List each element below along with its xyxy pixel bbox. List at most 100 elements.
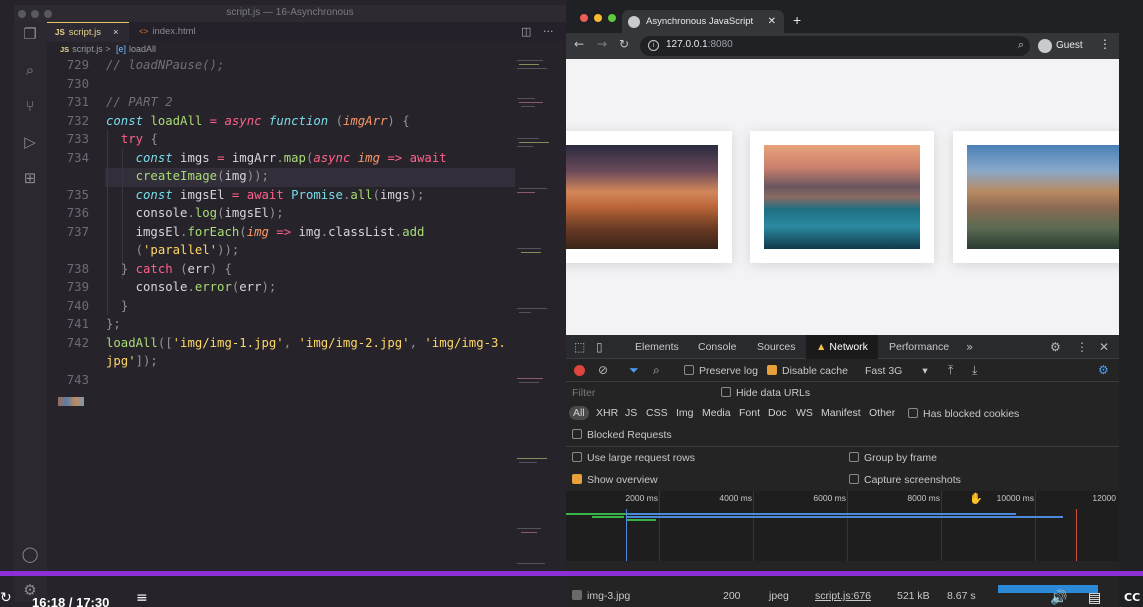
transcript-icon[interactable]: ▤ bbox=[1088, 590, 1101, 606]
js-file-icon: JS bbox=[55, 28, 65, 37]
close-tab-icon[interactable]: × bbox=[113, 27, 119, 38]
browser-tab[interactable]: Asynchronous JavaScript ✕ bbox=[622, 10, 784, 34]
has-blocked-cookies-checkbox[interactable]: Has blocked cookies bbox=[908, 408, 1019, 420]
inspect-element-icon[interactable]: ⬚ bbox=[574, 340, 585, 354]
devtools-tabbar: ⬚ ▯ Elements Console Sources ▲ Network Pe… bbox=[566, 335, 1119, 359]
tab-performance[interactable]: Performance bbox=[889, 335, 949, 359]
zoom-icon[interactable]: ⌕ bbox=[1018, 38, 1024, 52]
filter-input[interactable]: Filter bbox=[572, 387, 595, 399]
filter-ws[interactable]: WS bbox=[796, 407, 813, 419]
disable-cache-checkbox[interactable]: Disable cache bbox=[767, 365, 848, 377]
browser-menu-icon[interactable]: ⋮ bbox=[1099, 37, 1111, 51]
editor-tabs: JS script.js × <> index.html ◫ ··· bbox=[47, 22, 566, 42]
editor-titlebar: script.js — 16-Asynchronous bbox=[14, 5, 566, 22]
minimap[interactable] bbox=[515, 58, 555, 578]
more-actions-icon[interactable]: ··· bbox=[543, 25, 554, 38]
network-settings-icon[interactable]: ⚙ bbox=[1098, 363, 1109, 377]
filter-manifest[interactable]: Manifest bbox=[821, 407, 861, 419]
group-by-frame-checkbox[interactable]: Group by frame bbox=[849, 452, 937, 464]
site-info-icon[interactable]: i bbox=[648, 40, 659, 51]
device-toolbar-icon[interactable]: ▯ bbox=[596, 340, 603, 354]
large-request-rows-checkbox[interactable]: Use large request rows bbox=[572, 452, 695, 464]
filter-all[interactable]: All bbox=[569, 406, 589, 420]
minimize-window-button[interactable] bbox=[594, 14, 602, 22]
breadcrumb-symbol[interactable]: loadAll bbox=[129, 44, 156, 54]
filter-css[interactable]: CSS bbox=[646, 407, 668, 419]
show-overview-checkbox[interactable]: Show overview bbox=[572, 474, 658, 486]
tab-script-js[interactable]: JS script.js × bbox=[47, 22, 129, 42]
preserve-log-checkbox[interactable]: Preserve log bbox=[684, 365, 758, 377]
timeline-bar bbox=[592, 516, 624, 518]
timeline-tick: 4000 ms bbox=[719, 493, 752, 503]
profile-button[interactable]: Guest bbox=[1038, 37, 1083, 55]
html-file-icon: <> bbox=[139, 27, 149, 36]
hide-data-urls-checkbox[interactable]: Hide data URLs bbox=[721, 387, 810, 399]
more-tabs-icon[interactable]: » bbox=[966, 340, 973, 354]
devtools-menu-icon[interactable]: ⋮ bbox=[1076, 340, 1088, 354]
throttling-select[interactable]: Fast 3G ▾ bbox=[865, 365, 928, 377]
mountain-photo-3 bbox=[967, 145, 1119, 249]
image-card bbox=[750, 131, 934, 263]
breadcrumb-separator: > bbox=[105, 44, 111, 54]
settings-gear-icon[interactable]: ⚙ bbox=[1050, 340, 1061, 354]
close-window-button[interactable] bbox=[580, 14, 588, 22]
close-devtools-icon[interactable]: ✕ bbox=[1099, 340, 1109, 354]
split-editor-icon[interactable]: ◫ bbox=[521, 25, 531, 38]
code-area[interactable]: 729// loadNPause(); 730 731// PART 2 732… bbox=[47, 56, 515, 572]
network-overview-timeline[interactable]: 2000 ms 4000 ms 6000 ms 8000 ms 10000 ms… bbox=[566, 491, 1119, 561]
network-options: Use large request rows Group by frame Sh… bbox=[566, 447, 1119, 491]
explorer-icon[interactable]: ❐ bbox=[20, 24, 40, 44]
source-control-icon[interactable]: ⑂ bbox=[20, 96, 40, 116]
timeline-tick: 2000 ms bbox=[625, 493, 658, 503]
variable-symbol-icon: [e] bbox=[116, 44, 127, 54]
search-icon[interactable]: ⌕ bbox=[653, 363, 660, 378]
tab-console[interactable]: Console bbox=[698, 335, 737, 359]
tab-network[interactable]: ▲ Network bbox=[806, 335, 878, 359]
filter-doc[interactable]: Doc bbox=[768, 407, 787, 419]
breadcrumb-file[interactable]: script.js bbox=[72, 44, 103, 54]
blocked-requests-row: Blocked Requests bbox=[566, 424, 1119, 446]
record-button[interactable] bbox=[574, 365, 585, 376]
maximize-window-button[interactable] bbox=[608, 14, 616, 22]
volume-icon[interactable]: 🔊 bbox=[1050, 590, 1067, 606]
reload-icon[interactable]: ↻ bbox=[619, 37, 629, 51]
filter-font[interactable]: Font bbox=[739, 407, 760, 419]
filter-icon[interactable]: ⏷ bbox=[629, 363, 639, 378]
replay-icon[interactable]: ↻ bbox=[0, 590, 12, 606]
filter-xhr[interactable]: XHR bbox=[596, 407, 618, 419]
run-debug-icon[interactable]: ▷ bbox=[20, 132, 40, 152]
timeline-tick: 8000 ms bbox=[907, 493, 940, 503]
filter-other[interactable]: Other bbox=[869, 407, 895, 419]
filter-img[interactable]: Img bbox=[676, 407, 694, 419]
clear-icon[interactable]: ⊘ bbox=[598, 363, 608, 377]
filter-js[interactable]: JS bbox=[625, 407, 637, 419]
warning-icon: ▲ bbox=[816, 341, 827, 353]
captions-icon[interactable]: CC bbox=[1124, 591, 1140, 604]
tab-index-html[interactable]: <> index.html bbox=[131, 22, 221, 42]
timeline-tick: 10000 ms bbox=[996, 493, 1034, 503]
browser-tabstrip: Asynchronous JavaScript ✕ + bbox=[566, 5, 1119, 34]
new-tab-button[interactable]: + bbox=[793, 12, 801, 28]
tab-sources[interactable]: Sources bbox=[757, 335, 796, 359]
timeline-bar bbox=[626, 513, 1016, 515]
search-icon[interactable]: ⌕ bbox=[20, 60, 40, 80]
tab-elements[interactable]: Elements bbox=[635, 335, 679, 359]
address-bar[interactable]: i 127.0.0.1:8080 ⌕ bbox=[640, 36, 1030, 56]
import-har-icon[interactable]: ⤒ bbox=[948, 363, 953, 378]
video-progress-bar[interactable] bbox=[0, 571, 1143, 576]
editor-window-title: script.js — 16-Asynchronous bbox=[226, 7, 354, 18]
account-icon[interactable]: ◯ bbox=[20, 544, 40, 564]
chapters-icon[interactable]: ≡ bbox=[136, 590, 148, 606]
extensions-icon[interactable]: ⊞ bbox=[20, 168, 40, 188]
blocked-requests-checkbox[interactable]: Blocked Requests bbox=[572, 429, 672, 441]
forward-arrow-icon[interactable]: → bbox=[597, 37, 607, 51]
back-arrow-icon[interactable]: ← bbox=[574, 37, 584, 51]
export-har-icon[interactable]: ⤓ bbox=[972, 363, 977, 378]
web-page bbox=[566, 59, 1119, 335]
close-tab-icon[interactable]: ✕ bbox=[768, 10, 776, 34]
filter-media[interactable]: Media bbox=[702, 407, 731, 419]
url-text[interactable]: 127.0.0.1:8080 bbox=[666, 39, 733, 50]
js-file-icon: JS bbox=[60, 45, 70, 54]
capture-screenshots-checkbox[interactable]: Capture screenshots bbox=[849, 474, 961, 486]
profile-label: Guest bbox=[1056, 40, 1083, 51]
